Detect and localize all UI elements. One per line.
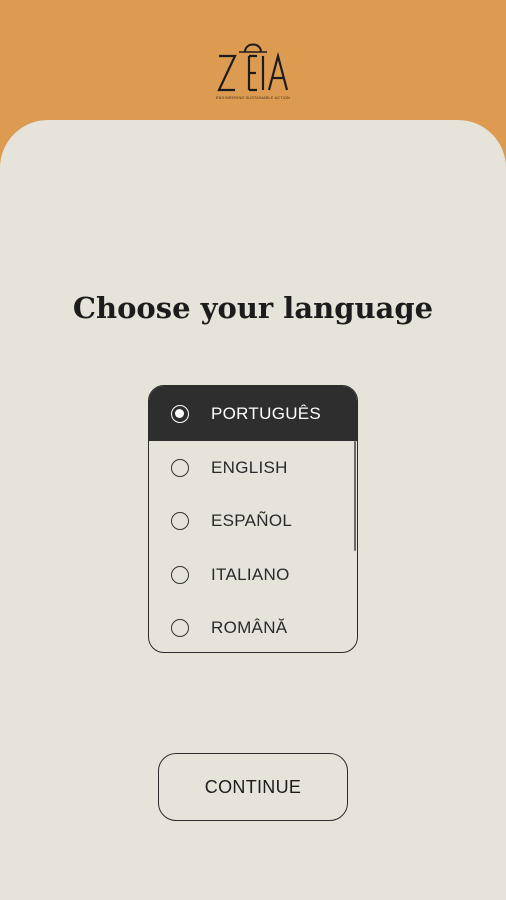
radio-empty-icon[interactable] [171,512,189,531]
page-title: Choose your language [72,291,434,325]
language-option-label: ITALIANO [211,564,290,584]
app-logo: ENGINEERING SUSTAINABLE ACTION [205,38,301,104]
header-bar: ENGINEERING SUSTAINABLE ACTION [0,0,506,130]
radio-empty-icon[interactable] [171,619,189,638]
radio-selected-icon[interactable] [171,404,189,423]
language-option-label: ROMÂNĂ [211,618,288,638]
language-option-label: ENGLISH [211,457,288,477]
language-option-label: PORTUGUÊS [211,403,322,423]
list-scrollbar[interactable] [354,441,356,551]
language-option-italiano[interactable]: ITALIANO [149,548,357,602]
language-option-label: ESPAÑOL [211,511,293,531]
language-list[interactable]: PORTUGUÊS ENGLISH ESPAÑOL ITALIANO ROMÂN… [148,385,358,653]
language-option-portugues[interactable]: PORTUGUÊS [149,386,357,441]
language-option-english[interactable]: ENGLISH [149,441,357,495]
logo-tagline: ENGINEERING SUSTAINABLE ACTION [215,96,291,100]
shopping-bag-logo-icon [217,43,289,92]
radio-empty-icon[interactable] [171,565,189,584]
continue-button[interactable]: CONTINUE [158,753,348,821]
radio-empty-icon[interactable] [171,458,189,477]
language-option-espanol[interactable]: ESPAÑOL [149,495,357,549]
language-option-romana[interactable]: ROMÂNĂ [149,602,357,653]
